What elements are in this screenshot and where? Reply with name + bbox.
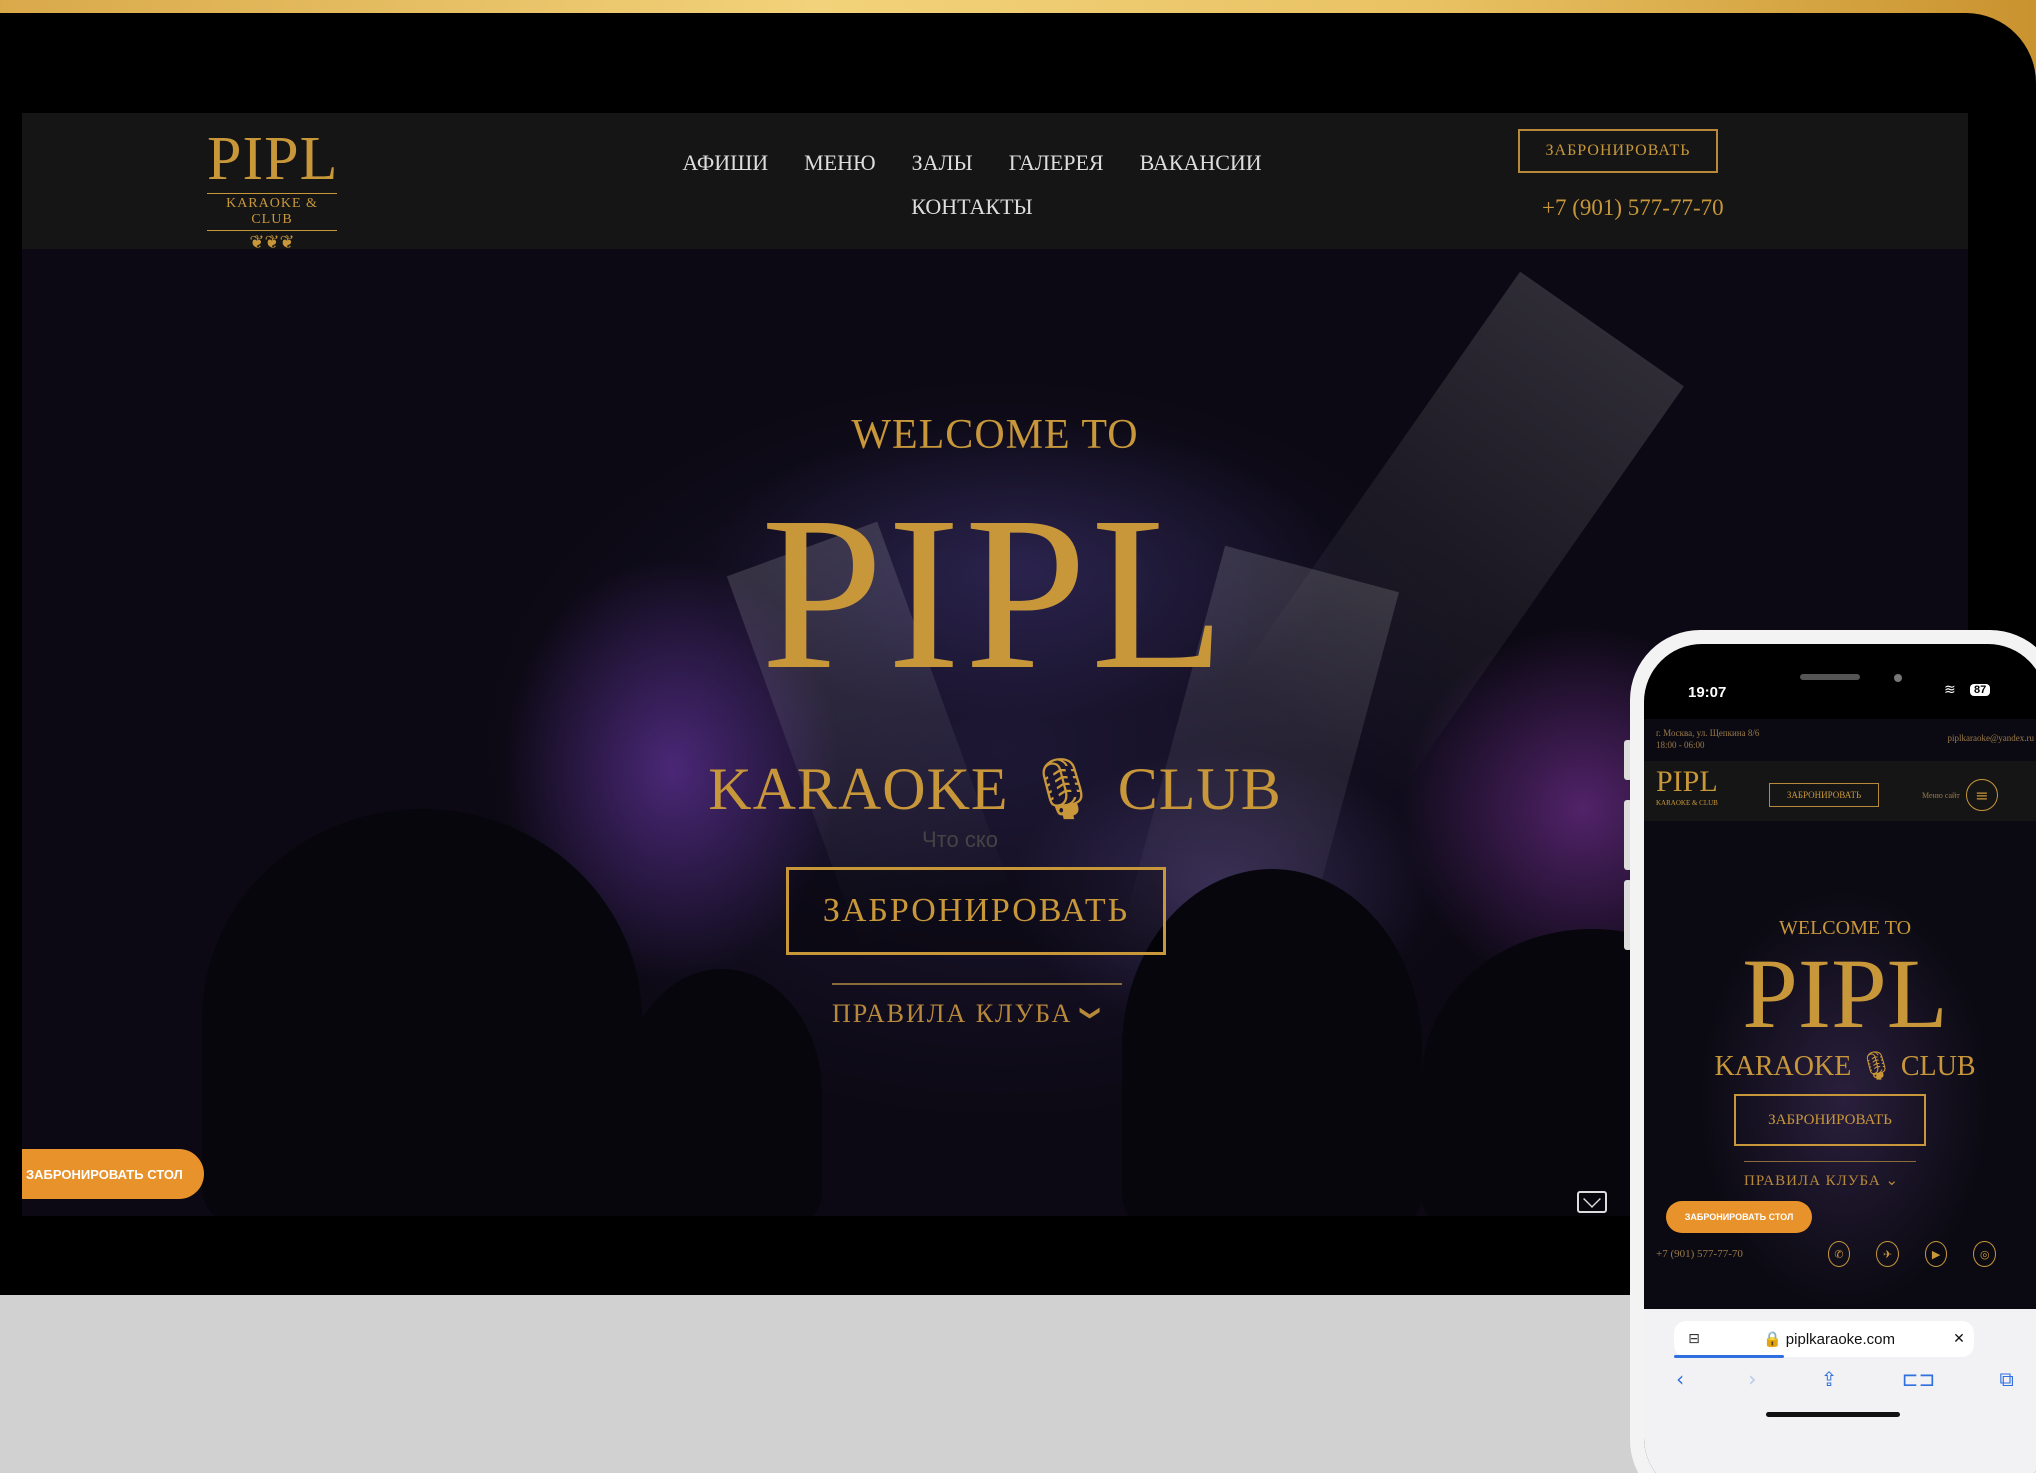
mobile-email[interactable]: piplkaraoke@yandex.ru (1947, 733, 2034, 743)
mobile-phone-mockup: 19:07 ≋ 87 г. Москва, ул. Щепкина 8/6 18… (1630, 630, 2036, 1473)
wifi-icon: ≋ (1944, 682, 1956, 698)
url-text[interactable]: 🔒 piplkaraoke.com (1714, 1330, 1944, 1348)
mobile-address-info: г. Москва, ул. Щепкина 8/6 18:00 - 06:00 (1656, 727, 1759, 751)
whatsapp-icon[interactable]: ✆ (1827, 1241, 1851, 1267)
home-indicator (1766, 1412, 1900, 1417)
mobile-hero-welcome: WELCOME TO (1778, 917, 1912, 939)
status-bar: 19:07 ≋ 87 (1644, 644, 2036, 704)
loading-progress-bar (1674, 1355, 1784, 1358)
nav-item-gallery[interactable]: ГАЛЕРЕЯ (1009, 150, 1104, 176)
dynamic-island (1800, 674, 1860, 680)
mobile-hero-subtitle: KARAOKE 🎙 CLUB (1714, 1051, 1976, 1082)
divider (832, 983, 1122, 985)
mobile-header-book-button[interactable]: ЗАБРОНИРОВАТЬ (1769, 783, 1879, 807)
status-time: 19:07 (1688, 684, 1727, 701)
nav-item-vacancies[interactable]: ВАКАНСИИ (1140, 150, 1262, 176)
bookmarks-icon[interactable]: ⊏⊐ (1902, 1367, 1936, 1391)
nav-item-afisha[interactable]: АФИШИ (682, 150, 768, 176)
mobile-phone-link[interactable]: +7 (901) 577-77-70 (1656, 1248, 1802, 1260)
mail-icon[interactable] (1577, 1191, 1607, 1213)
mobile-hours: 18:00 - 06:00 (1656, 740, 1705, 750)
chevron-down-icon: ❯ (1079, 1004, 1104, 1024)
mobile-menu-label: Меню сайт (1922, 791, 1960, 800)
tabs-icon[interactable]: ⧉ (2000, 1367, 2014, 1391)
logo-ornament: ❦❦❦ (249, 232, 295, 252)
address-bar[interactable]: ⊟ 🔒 piplkaraoke.com ✕ (1674, 1321, 1974, 1357)
mobile-hero-title: PIPL (1742, 938, 1948, 1049)
floating-book-table-button[interactable]: ЗАБРОНИРОВАТЬ СТОЛ (22, 1149, 204, 1199)
close-icon[interactable]: ✕ (1944, 1331, 1974, 1347)
site-logo[interactable]: PIPL KARAOKE & CLUB ❦❦❦ (207, 127, 337, 253)
club-rules-toggle[interactable]: ПРАВИЛА КЛУБА ❯ (832, 999, 1132, 1029)
back-icon[interactable]: ‹ (1676, 1367, 1684, 1391)
forward-icon[interactable]: › (1748, 1367, 1756, 1391)
logo-subtitle: KARAOKE & CLUB (207, 193, 337, 231)
hero-welcome: WELCOME TO (851, 412, 1139, 458)
camera-dot (1894, 674, 1902, 682)
mobile-contact-bar: +7 (901) 577-77-70 ✆ ✈ ▶ ◎ (1656, 1241, 1997, 1267)
battery-icon: 87 (1970, 684, 1991, 696)
crowd-silhouette (1122, 869, 1422, 1216)
crowd-silhouette (202, 809, 642, 1216)
mobile-header: PIPL KARAOKE & CLUB ЗАБРОНИРОВАТЬ Меню с… (1644, 761, 2036, 821)
header-phone-link[interactable]: +7 (901) 577-77-70 (1542, 195, 1724, 221)
mobile-logo-subtitle: KARAOKE & CLUB (1656, 799, 1718, 807)
safari-toolbar: ⊟ 🔒 piplkaraoke.com ✕ ‹ › ⇪ ⊏⊐ ⧉ (1644, 1309, 2036, 1473)
youtube-icon[interactable]: ▶ (1924, 1241, 1948, 1267)
mobile-website: г. Москва, ул. Щепкина 8/6 18:00 - 06:00… (1644, 719, 2036, 1309)
phone-screen: 19:07 ≋ 87 г. Москва, ул. Щепкина 8/6 18… (1644, 644, 2036, 1473)
hero-book-button[interactable]: ЗАБРОНИРОВАТЬ (786, 867, 1166, 955)
divider (1744, 1161, 1916, 1162)
instagram-icon[interactable]: ◎ (1973, 1241, 1997, 1267)
video-subtitle: Что ско (922, 827, 998, 852)
hamburger-menu-icon[interactable]: ≡ (1966, 779, 1998, 811)
nav-item-halls[interactable]: ЗАЛЫ (912, 150, 973, 176)
crowd-silhouette (622, 969, 822, 1216)
site-header: PIPL KARAOKE & CLUB ❦❦❦ АФИШИ МЕНЮ ЗАЛЫ … (22, 113, 1968, 252)
mobile-logo[interactable]: PIPL (1656, 767, 1718, 797)
tabs-overview-icon[interactable]: ⊟ (1674, 1331, 1714, 1347)
browser-nav-buttons: ‹ › ⇪ ⊏⊐ ⧉ (1644, 1367, 2036, 1391)
share-icon[interactable]: ⇪ (1821, 1367, 1838, 1391)
telegram-icon[interactable]: ✈ (1876, 1241, 1899, 1267)
club-rules-label: ПРАВИЛА КЛУБА (832, 999, 1073, 1028)
mobile-address: г. Москва, ул. Щепкина 8/6 (1656, 728, 1760, 738)
mobile-floating-book-table-button[interactable]: ЗАБРОНИРОВАТЬ СТОЛ (1666, 1201, 1812, 1233)
main-nav: АФИШИ МЕНЮ ЗАЛЫ ГАЛЕРЕЯ ВАКАНСИИ КОНТАКТ… (682, 150, 1262, 220)
logo-text: PIPL (207, 125, 339, 193)
mobile-club-rules-toggle[interactable]: ПРАВИЛА КЛУБА ⌄ (1744, 1171, 1899, 1190)
nav-item-menu[interactable]: МЕНЮ (804, 150, 876, 176)
nav-item-contacts[interactable]: КОНТАКТЫ (911, 194, 1032, 220)
mobile-hero-book-button[interactable]: ЗАБРОНИРОВАТЬ (1734, 1094, 1926, 1146)
header-book-button[interactable]: ЗАБРОНИРОВАТЬ (1518, 129, 1718, 173)
